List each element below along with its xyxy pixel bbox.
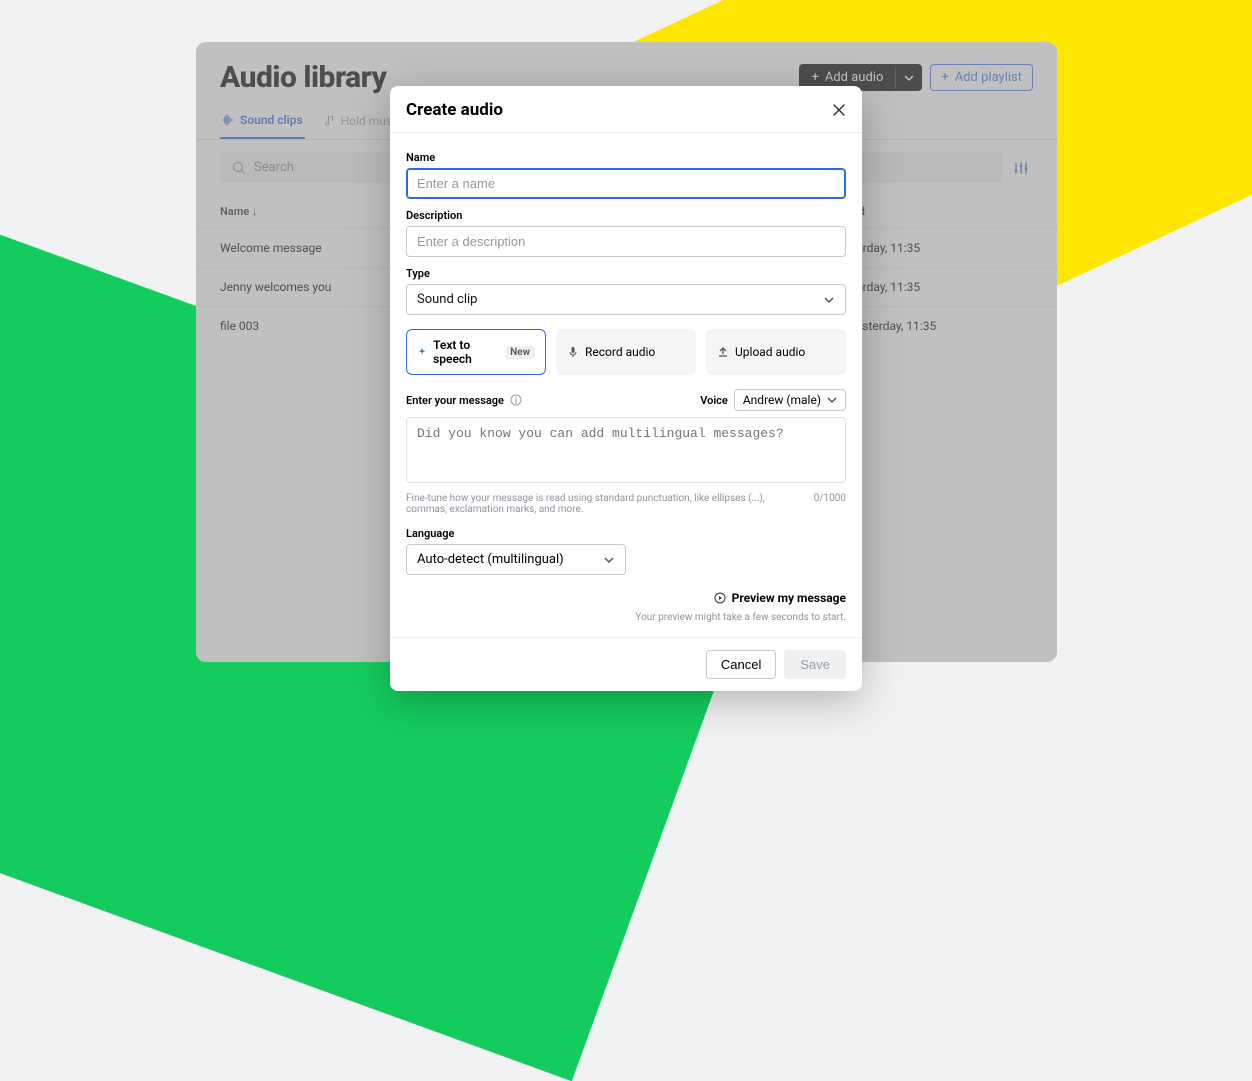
info-icon[interactable]: [510, 394, 522, 406]
close-icon: [832, 103, 846, 117]
name-label: Name: [406, 151, 846, 164]
preview-label: Preview my message: [732, 591, 846, 605]
preview-button[interactable]: Preview my message: [714, 591, 846, 605]
char-counter: 0/1000: [814, 493, 846, 515]
type-select[interactable]: Sound clip: [406, 284, 846, 315]
name-input[interactable]: [406, 168, 846, 199]
type-label: Type: [406, 267, 846, 280]
microphone-icon: [567, 346, 579, 358]
close-button[interactable]: [832, 103, 846, 117]
record-label: Record audio: [585, 345, 655, 359]
record-audio-option[interactable]: Record audio: [556, 329, 696, 375]
upload-label: Upload audio: [735, 345, 805, 359]
sparkle-icon: [417, 346, 427, 358]
cancel-button[interactable]: Cancel: [706, 650, 776, 679]
language-select[interactable]: Auto-detect (multilingual): [406, 544, 626, 575]
save-button[interactable]: Save: [784, 650, 846, 679]
chevron-down-icon: [603, 554, 615, 566]
description-input[interactable]: [406, 226, 846, 257]
voice-select[interactable]: Andrew (male): [734, 389, 846, 411]
description-label: Description: [406, 209, 846, 222]
voice-label: Voice: [700, 394, 728, 407]
voice-value: Andrew (male): [743, 393, 821, 407]
upload-audio-option[interactable]: Upload audio: [706, 329, 846, 375]
preview-hint: Your preview might take a few seconds to…: [406, 612, 846, 623]
type-value: Sound clip: [417, 292, 477, 307]
text-to-speech-option[interactable]: Text to speech New: [406, 329, 546, 375]
tts-label: Text to speech: [433, 338, 499, 366]
chevron-down-icon: [823, 294, 835, 306]
message-hint: Fine-tune how your message is read using…: [406, 493, 794, 515]
enter-message-label: Enter your message: [406, 394, 504, 407]
language-value: Auto-detect (multilingual): [417, 552, 564, 567]
create-audio-modal: Create audio Name Description Type Sound…: [390, 86, 862, 691]
play-icon: [714, 592, 726, 604]
upload-icon: [717, 346, 729, 358]
chevron-down-icon: [827, 395, 837, 405]
new-badge: New: [505, 346, 535, 359]
message-textarea[interactable]: [406, 417, 846, 483]
language-label: Language: [406, 527, 846, 540]
modal-title: Create audio: [406, 100, 503, 120]
